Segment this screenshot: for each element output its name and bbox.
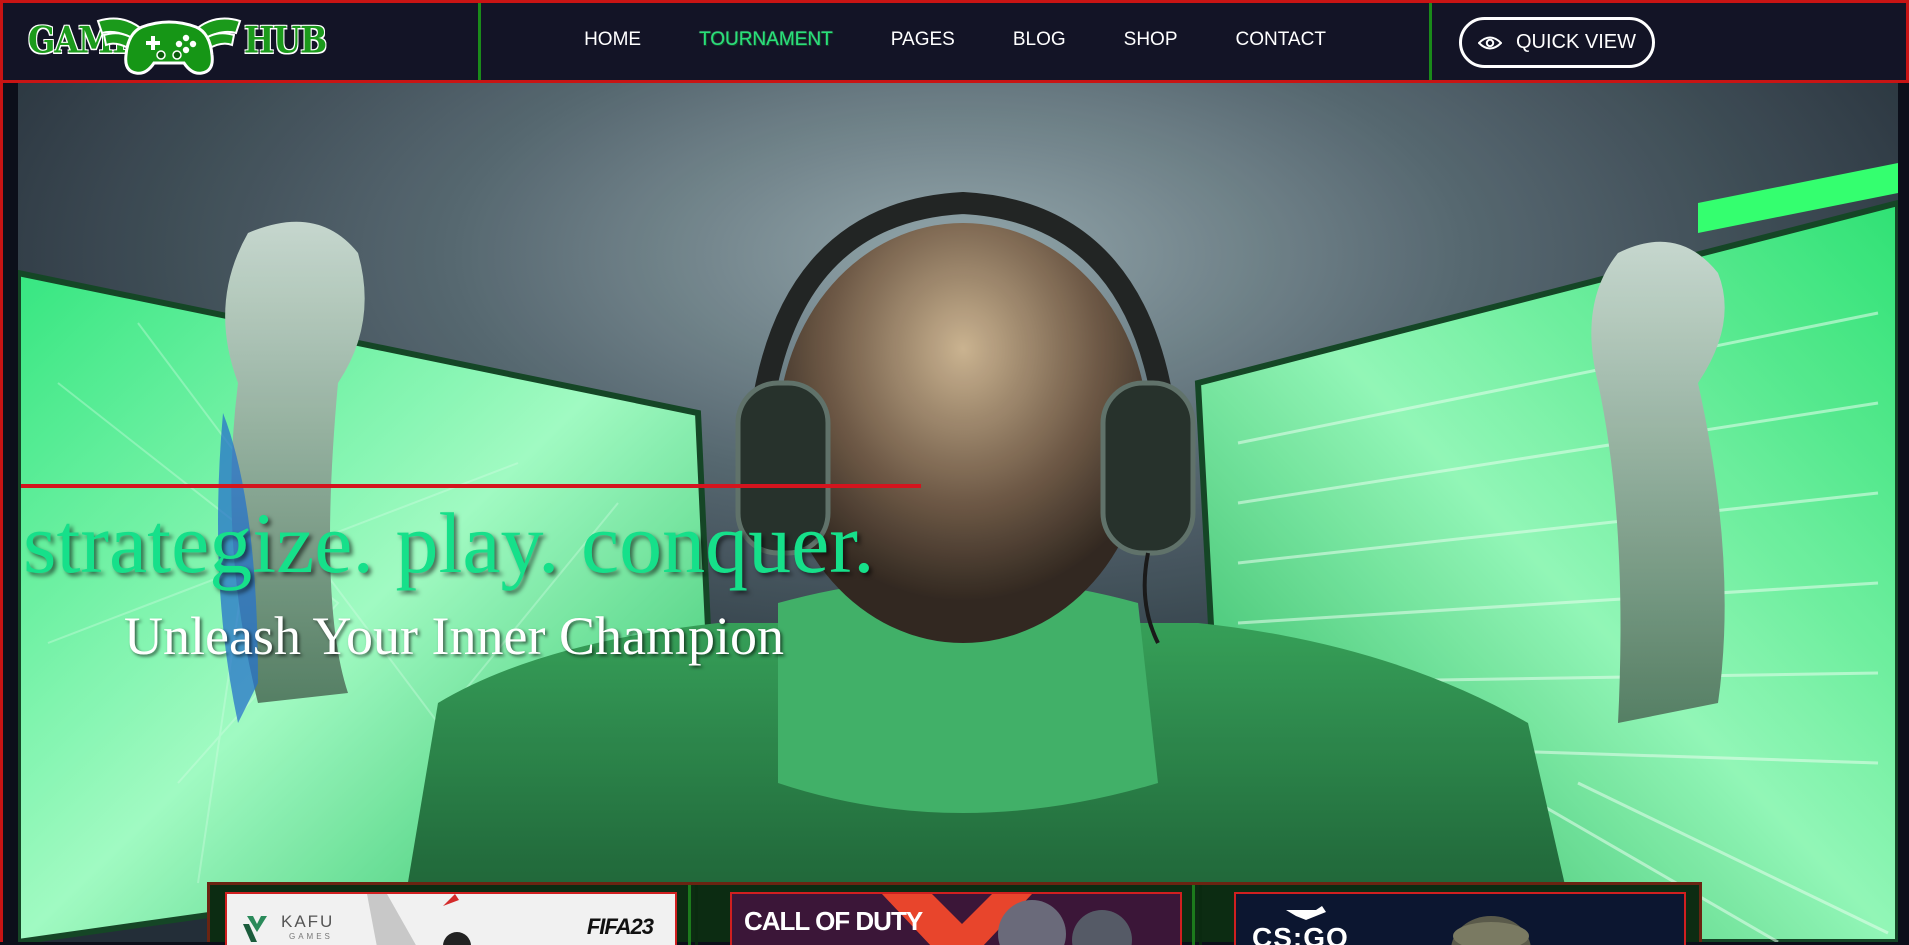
card-divider [695,885,698,945]
card-brand-sub: GAMES [289,932,333,941]
nav-item-contact[interactable]: CONTACT [1236,29,1326,51]
nav-item-blog[interactable]: BLOG [1013,29,1066,51]
card-divider [1192,885,1195,945]
game-hub-logo[interactable]: GAME HUB [24,9,327,77]
logo-word-right: HUB [244,18,327,62]
card-game-title: FIFA23 [586,914,654,939]
game-card-cod[interactable]: CALL OF DUTY [730,892,1182,945]
nav-cell: HOME TOURNAMENT PAGES BLOG SHOP CONTACT [481,3,1432,80]
nav-item-tournament[interactable]: TOURNAMENT [699,29,833,51]
game-card-strip: KAFU GAMES FIFA23 CALL OF DUTY CS:GO [207,882,1702,945]
main-nav: HOME TOURNAMENT PAGES BLOG SHOP CONTACT [481,3,1429,80]
game-card-fifa[interactable]: KAFU GAMES FIFA23 [225,892,677,945]
site-header: GAME HUB HOME TOURNAMENT PAGES BLOG SHOP… [0,0,1909,83]
hero-divider [21,484,921,488]
eye-icon [1477,36,1502,49]
nav-item-pages[interactable]: PAGES [891,29,955,51]
card-game-title: CALL OF DUTY [744,906,923,936]
hero-subtitle: Unleash Your Inner Champion [124,606,784,666]
nav-item-home[interactable]: HOME [584,29,641,51]
quick-view-button[interactable]: QUICK VIEW [1459,17,1655,68]
gamepad-wings-icon [96,17,242,75]
quick-view-label: QUICK VIEW [1515,31,1636,53]
card-divider [688,885,691,945]
nav-item-shop[interactable]: SHOP [1124,29,1178,51]
football-player-image [367,894,471,945]
hero-section: strategize. play. conquer. Unleash Your … [0,83,1909,942]
hero-title: strategize. play. conquer. [23,495,875,591]
card-divider [1199,885,1202,945]
card-brand: KAFU [281,912,335,931]
game-card-csgo[interactable]: CS:GO [1234,892,1686,945]
logo-cell: GAME HUB [6,3,481,80]
